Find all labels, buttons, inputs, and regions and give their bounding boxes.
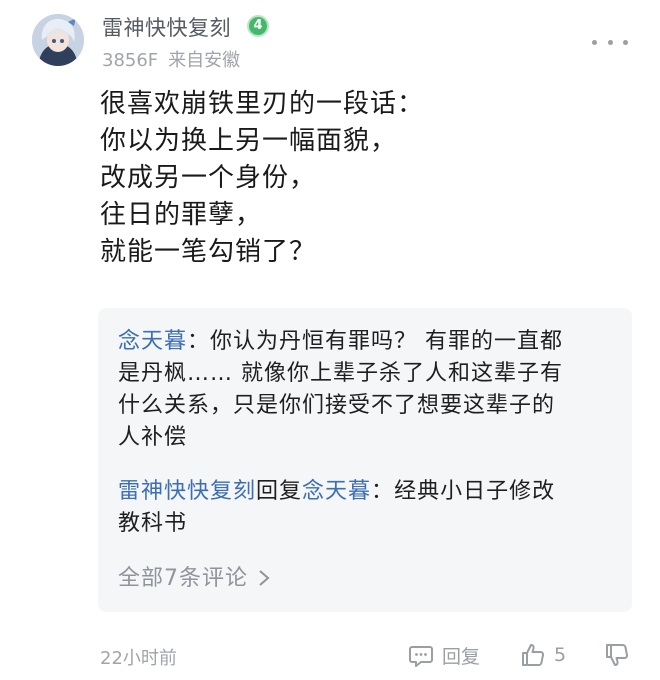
location-text: 来自安徽 bbox=[168, 50, 241, 71]
floor-number: 3856F bbox=[102, 50, 159, 71]
reply-text: 你认为丹恒有罪吗？ 有罪的一直都 bbox=[210, 329, 564, 354]
more-dots-icon[interactable] bbox=[592, 32, 628, 52]
comment-line: 你以为换上另一幅面貌， bbox=[100, 126, 398, 156]
see-all-replies-link[interactable]: 全部7条评论 bbox=[118, 560, 270, 592]
reply-separator: ： bbox=[371, 479, 395, 504]
like-button[interactable]: 5 bbox=[520, 640, 566, 670]
comment-body: 很喜欢崩铁里刃的一段话： 你以为换上另一幅面貌， 改成另一个身份， 往日的罪孽，… bbox=[100, 86, 620, 271]
chevron-right-icon bbox=[259, 570, 270, 586]
comment-time: 22小时前 bbox=[100, 648, 177, 669]
comment-meta: 3856F 来自安徽 bbox=[102, 46, 240, 72]
comment-line: 就能一笔勾销了？ bbox=[100, 237, 317, 267]
reply-text: 人补偿 bbox=[118, 425, 188, 450]
reply-text: 经典小日子修改 bbox=[394, 479, 556, 504]
reply-separator: ： bbox=[187, 329, 211, 354]
reply-target-link[interactable]: 念天暮 bbox=[302, 479, 371, 504]
comment-line: 往日的罪孽， bbox=[100, 200, 263, 230]
comment-line: 很喜欢崩铁里刃的一段话： bbox=[100, 89, 425, 119]
reply-item[interactable]: 雷神快快复刻回复念天暮：经典小日子修改 教科书 bbox=[118, 476, 618, 540]
comment-author[interactable]: 雷神快快复刻 bbox=[102, 12, 231, 42]
reply-text: 什么关系，只是你们接受不了想要这辈子的 bbox=[118, 393, 556, 418]
reply-preview-box[interactable]: 念天暮：你认为丹恒有罪吗？ 有罪的一直都 是丹枫…… 就像你上辈子杀了人和这辈子… bbox=[98, 308, 632, 612]
reply-author-link[interactable]: 念天暮 bbox=[118, 329, 187, 354]
reply-word: 回复 bbox=[256, 479, 303, 504]
see-all-label: 全部7条评论 bbox=[118, 566, 248, 591]
level-badge: 4 bbox=[247, 15, 269, 37]
avatar[interactable] bbox=[32, 14, 84, 66]
comment-footer: 22小时前 回复 5 bbox=[0, 636, 660, 676]
reply-item[interactable]: 念天暮：你认为丹恒有罪吗？ 有罪的一直都 是丹枫…… 就像你上辈子杀了人和这辈子… bbox=[118, 326, 618, 454]
thumbs-down-icon bbox=[606, 644, 629, 666]
like-count: 5 bbox=[554, 644, 567, 666]
reply-text: 教科书 bbox=[118, 511, 188, 536]
comment-line: 改成另一个身份， bbox=[100, 163, 317, 193]
reply-button-label: 回复 bbox=[442, 645, 481, 668]
dislike-button[interactable] bbox=[604, 640, 630, 670]
reply-button[interactable]: 回复 bbox=[408, 640, 480, 670]
comment-bubble-icon bbox=[409, 646, 433, 667]
reply-author-link[interactable]: 雷神快快复刻 bbox=[118, 479, 256, 504]
thumbs-up-icon bbox=[522, 644, 545, 666]
reply-text: 是丹枫…… 就像你上辈子杀了人和这辈子有 bbox=[118, 361, 563, 386]
